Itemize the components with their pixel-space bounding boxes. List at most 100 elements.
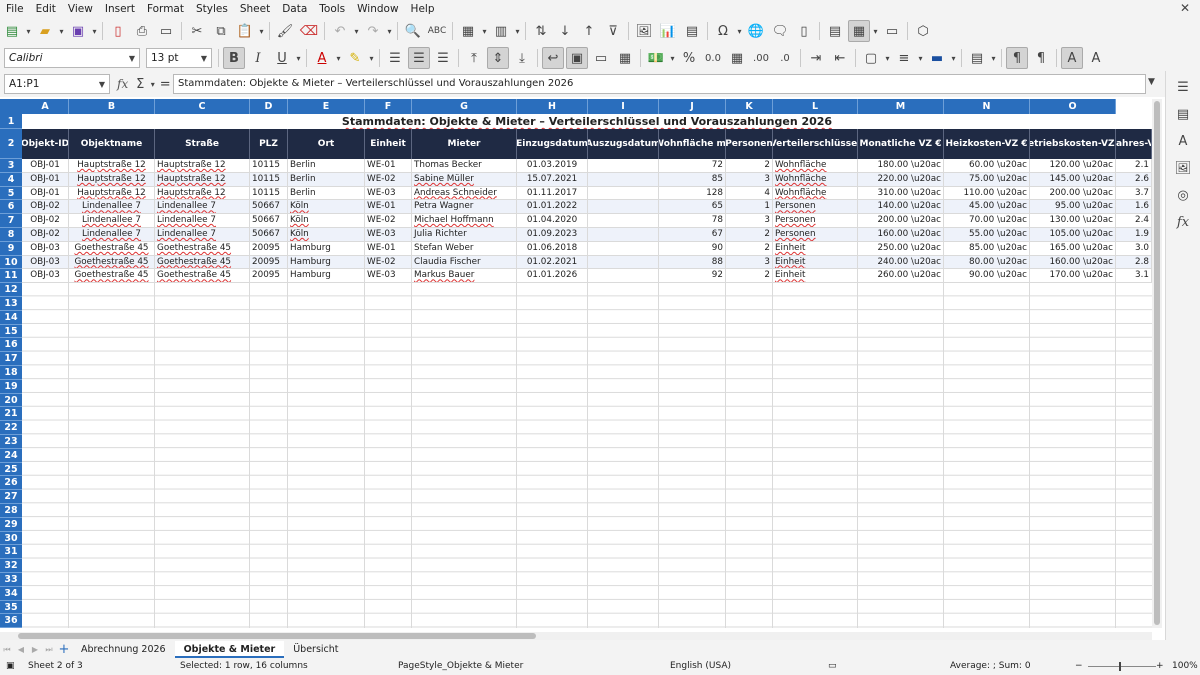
table-cell[interactable]: Berlin	[288, 172, 365, 186]
table-cell[interactable]: 75.00 \u20ac	[944, 172, 1030, 186]
table-cell[interactable]: 3.1	[1116, 269, 1152, 283]
zoom-in-icon[interactable]: +	[1156, 661, 1164, 671]
table-cell[interactable]: WE-02	[365, 172, 412, 186]
table-cell[interactable]: 01.03.2019	[517, 159, 588, 172]
table-cell[interactable]: 92	[659, 269, 726, 283]
save-dropdown-icon[interactable]: ▾	[90, 20, 99, 42]
table-cell[interactable]: 110.00 \u20ac	[944, 186, 1030, 200]
table-cell[interactable]: Einheit	[773, 255, 858, 269]
row-header-28[interactable]: 28	[0, 504, 22, 518]
column-header-a[interactable]: A	[22, 99, 69, 114]
tab-abrechnung-2026[interactable]: Abrechnung 2026	[72, 641, 175, 658]
menu-tools[interactable]: Tools	[313, 3, 351, 15]
borders-dropdown-icon[interactable]: ▾	[883, 47, 892, 69]
table-cell[interactable]: 01.06.2018	[517, 241, 588, 255]
chevron-down-icon[interactable]: ▼	[129, 54, 135, 63]
bold-icon[interactable]: B	[223, 47, 245, 69]
table-cell[interactable]	[588, 269, 659, 283]
row-header-16[interactable]: 16	[0, 338, 22, 353]
number-format-icon[interactable]: 0.0	[702, 47, 724, 69]
row-header-20[interactable]: 20	[0, 393, 22, 408]
chevron-down-icon[interactable]: ▼	[99, 80, 105, 89]
table-cell[interactable]: Hauptstraße 12	[155, 172, 250, 186]
table-cell[interactable]: Personen	[773, 214, 858, 227]
row-header-30[interactable]: 30	[0, 531, 22, 546]
row-icon[interactable]: ▦	[457, 20, 479, 42]
paste-dropdown-icon[interactable]: ▾	[257, 20, 266, 42]
menu-insert[interactable]: Insert	[99, 3, 141, 15]
table-cell[interactable]: Goethestraße 45	[155, 269, 250, 283]
table-cell[interactable]: OBJ-03	[22, 255, 69, 269]
table-cell[interactable]	[588, 159, 659, 172]
table-cell[interactable]: 20095	[250, 255, 288, 269]
last-sheet-icon[interactable]: ⏭	[43, 639, 55, 661]
row-header-17[interactable]: 17	[0, 352, 22, 366]
column-header-d[interactable]: D	[250, 99, 288, 114]
table-cell[interactable]: Hamburg	[288, 241, 365, 255]
table-cell[interactable]: 220.00 \u20ac	[858, 172, 944, 186]
table-cell[interactable]: 2	[726, 228, 773, 241]
table-cell[interactable]: OBJ-03	[22, 269, 69, 283]
date-format-icon[interactable]: ▦	[726, 47, 748, 69]
currency-icon[interactable]: 💵	[645, 47, 667, 69]
row-header-33[interactable]: 33	[0, 573, 22, 587]
title-row[interactable]: Stammdaten: Objekte & Mieter – Verteiler…	[22, 114, 1152, 129]
add-decimal-icon[interactable]: .00	[750, 47, 772, 69]
menu-edit[interactable]: Edit	[30, 3, 62, 15]
table-cell[interactable]: Claudia Fischer	[412, 255, 517, 269]
table-cell[interactable]: 2	[726, 269, 773, 283]
table-cell[interactable]: 250.00 \u20ac	[858, 241, 944, 255]
chevron-down-icon[interactable]: ▼	[201, 54, 207, 63]
table-cell[interactable]: Hauptstraße 12	[155, 186, 250, 200]
table-cell[interactable]: WE-02	[365, 255, 412, 269]
show-draw-functions-icon[interactable]: ⬡	[912, 20, 934, 42]
zoom-level[interactable]: 100%	[1172, 661, 1198, 671]
table-cell[interactable]: OBJ-03	[22, 241, 69, 255]
decrease-indent-icon[interactable]: ⇤	[829, 47, 851, 69]
align-bottom-icon[interactable]: ⤓	[511, 47, 533, 69]
functions-icon[interactable]: fx	[1172, 211, 1194, 233]
font-name-box[interactable]: Calibri ▼	[4, 48, 140, 68]
table-row[interactable]: OBJ-01 Hauptstraße 12 Hauptstraße 12 10115 B…	[22, 172, 1152, 187]
row-header-13[interactable]: 13	[0, 297, 22, 311]
table-cell[interactable]: WE-03	[365, 186, 412, 200]
border-style-icon[interactable]: ≡	[893, 47, 915, 69]
table-row[interactable]: OBJ-03 Goethestraße 45 Goethestraße 45 2009…	[22, 241, 1152, 256]
table-cell[interactable]: Berlin	[288, 186, 365, 200]
table-cell[interactable]	[588, 241, 659, 255]
table-cell[interactable]	[588, 186, 659, 200]
menu-sheet[interactable]: Sheet	[234, 3, 276, 15]
table-cell[interactable]: Petra Wagner	[412, 200, 517, 214]
table-cell[interactable]: Julia Richter	[412, 228, 517, 241]
merge-cells-icon[interactable]: ▭	[590, 47, 612, 69]
text-direction-horizontal-icon[interactable]: A	[1061, 47, 1083, 69]
spellcheck-icon[interactable]: ABC	[426, 20, 448, 42]
table-row[interactable]: OBJ-01 Hauptstraße 12 Hauptstraße 12 10115 B…	[22, 159, 1152, 173]
row-header-10[interactable]: 10	[0, 255, 22, 270]
table-cell[interactable]: 10115	[250, 186, 288, 200]
table-cell[interactable]: Hamburg	[288, 255, 365, 269]
special-character-dropdown-icon[interactable]: ▾	[735, 20, 744, 42]
table-cell[interactable]: 67	[659, 228, 726, 241]
redo-dropdown-icon[interactable]: ▾	[385, 20, 394, 42]
row-header-15[interactable]: 15	[0, 324, 22, 339]
column-header-m[interactable]: M	[858, 99, 944, 114]
table-cell[interactable]: Berlin	[288, 159, 365, 172]
open-folder-icon[interactable]: ▰	[34, 20, 56, 42]
add-sheet-icon[interactable]: +	[57, 639, 71, 661]
horizontal-scroll-thumb[interactable]	[18, 633, 536, 639]
row-header-26[interactable]: 26	[0, 476, 22, 491]
table-cell[interactable]: 1.6	[1116, 200, 1152, 214]
row-header-9[interactable]: 9	[0, 241, 22, 256]
pivot-table-icon[interactable]: ▤	[681, 20, 703, 42]
table-row[interactable]: OBJ-03 Goethestraße 45 Goethestraße 45 2009…	[22, 269, 1152, 284]
table-cell[interactable]: WE-01	[365, 241, 412, 255]
table-cell[interactable]: 01.02.2021	[517, 255, 588, 269]
table-cell[interactable]: Goethestraße 45	[69, 241, 155, 255]
font-color-icon[interactable]: A	[311, 47, 333, 69]
split-window-icon[interactable]: ▭	[881, 20, 903, 42]
tab-objekte-mieter[interactable]: Objekte & Mieter	[174, 641, 285, 658]
function-wizard-icon[interactable]: fx	[117, 77, 128, 91]
table-cell[interactable]: Einheit	[773, 269, 858, 283]
properties-icon[interactable]: ▤	[1172, 103, 1194, 125]
